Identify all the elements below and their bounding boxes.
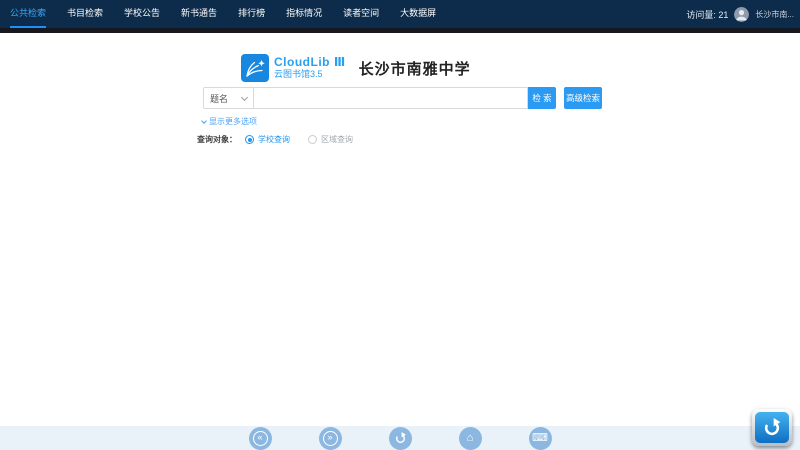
cloudlib-logo-text: CloudLib Ⅲ 云图书馆3.5 <box>274 56 346 80</box>
nav-right-area: 访问量: 21 长沙市南... <box>686 0 794 28</box>
keyboard-button[interactable]: ⌨ <box>529 427 552 450</box>
radio-region-query-label: 区域查询 <box>321 134 353 145</box>
nav-item-reader-space[interactable]: 读者空间 <box>343 0 379 28</box>
chevron-down-icon <box>241 93 248 100</box>
refresh-icon <box>755 412 789 443</box>
home-icon: ⌂ <box>467 433 474 444</box>
floating-refresh-button[interactable] <box>752 409 792 446</box>
radio-selected-icon[interactable] <box>245 135 254 144</box>
rewind-button[interactable]: « <box>249 427 272 450</box>
nav-item-school-notice[interactable]: 学校公告 <box>124 0 160 28</box>
home-button[interactable]: ⌂ <box>459 427 482 450</box>
show-more-options-link[interactable]: 显示更多选项 <box>202 116 257 127</box>
nav-item-public-search[interactable]: 公共检索 <box>10 0 46 28</box>
nav-item-big-data-screen[interactable]: 大数据屏 <box>400 0 436 28</box>
logged-in-user-name[interactable]: 长沙市南... <box>755 9 794 20</box>
query-target-label: 查询对象： <box>197 134 237 145</box>
kiosk-toolbar: « » ⌂ ⌨ <box>0 426 800 450</box>
logo-title: CloudLib Ⅲ <box>274 56 346 69</box>
fast-forward-button[interactable]: » <box>319 427 342 450</box>
nav-item-catalog-search[interactable]: 书目检索 <box>67 0 103 28</box>
rewind-icon: « <box>253 431 268 446</box>
search-field-select[interactable]: 题名 <box>203 87 253 109</box>
search-input[interactable] <box>253 87 528 109</box>
radio-unselected-icon[interactable] <box>308 135 317 144</box>
search-field-selected-value: 题名 <box>210 92 228 105</box>
nav-item-rankings[interactable]: 排行榜 <box>238 0 265 28</box>
radio-school-query-label: 学校查询 <box>258 134 290 145</box>
brand-header: CloudLib Ⅲ 云图书馆3.5 长沙市南雅中学 <box>241 54 471 82</box>
logo-subtitle: 云图书馆3.5 <box>274 69 346 80</box>
nav-item-new-books[interactable]: 新书通告 <box>181 0 217 28</box>
cloudlib-logo-icon <box>241 54 269 82</box>
nav-item-indicators[interactable]: 指标情况 <box>286 0 322 28</box>
refresh-button[interactable] <box>389 427 412 450</box>
nav-bottom-strip <box>0 28 800 33</box>
page-title: 长沙市南雅中学 <box>359 58 471 79</box>
radio-region-query[interactable]: 区域查询 <box>308 134 353 145</box>
advanced-search-button[interactable]: 高级检索 <box>564 87 602 109</box>
visit-count: 访问量: 21 <box>686 8 728 21</box>
search-bar: 题名 检 索 高级检索 <box>203 87 602 109</box>
refresh-icon <box>394 432 407 445</box>
top-navbar: 公共检索 书目检索 学校公告 新书通告 排行榜 指标情况 读者空间 大数据屏 访… <box>0 0 800 28</box>
chevron-down-icon <box>201 118 207 124</box>
keyboard-icon: ⌨ <box>532 433 548 444</box>
show-more-options-label: 显示更多选项 <box>209 116 257 127</box>
query-target-row: 查询对象： 学校查询 区域查询 <box>197 134 353 145</box>
user-avatar-icon[interactable] <box>734 7 749 22</box>
query-target-options: 学校查询 区域查询 <box>245 134 353 145</box>
fast-forward-icon: » <box>323 431 338 446</box>
nav-menu: 公共检索 书目检索 学校公告 新书通告 排行榜 指标情况 读者空间 大数据屏 <box>10 0 436 28</box>
search-button[interactable]: 检 索 <box>528 87 556 109</box>
library-opac-page: 公共检索 书目检索 学校公告 新书通告 排行榜 指标情况 读者空间 大数据屏 访… <box>0 0 800 450</box>
radio-school-query[interactable]: 学校查询 <box>245 134 290 145</box>
